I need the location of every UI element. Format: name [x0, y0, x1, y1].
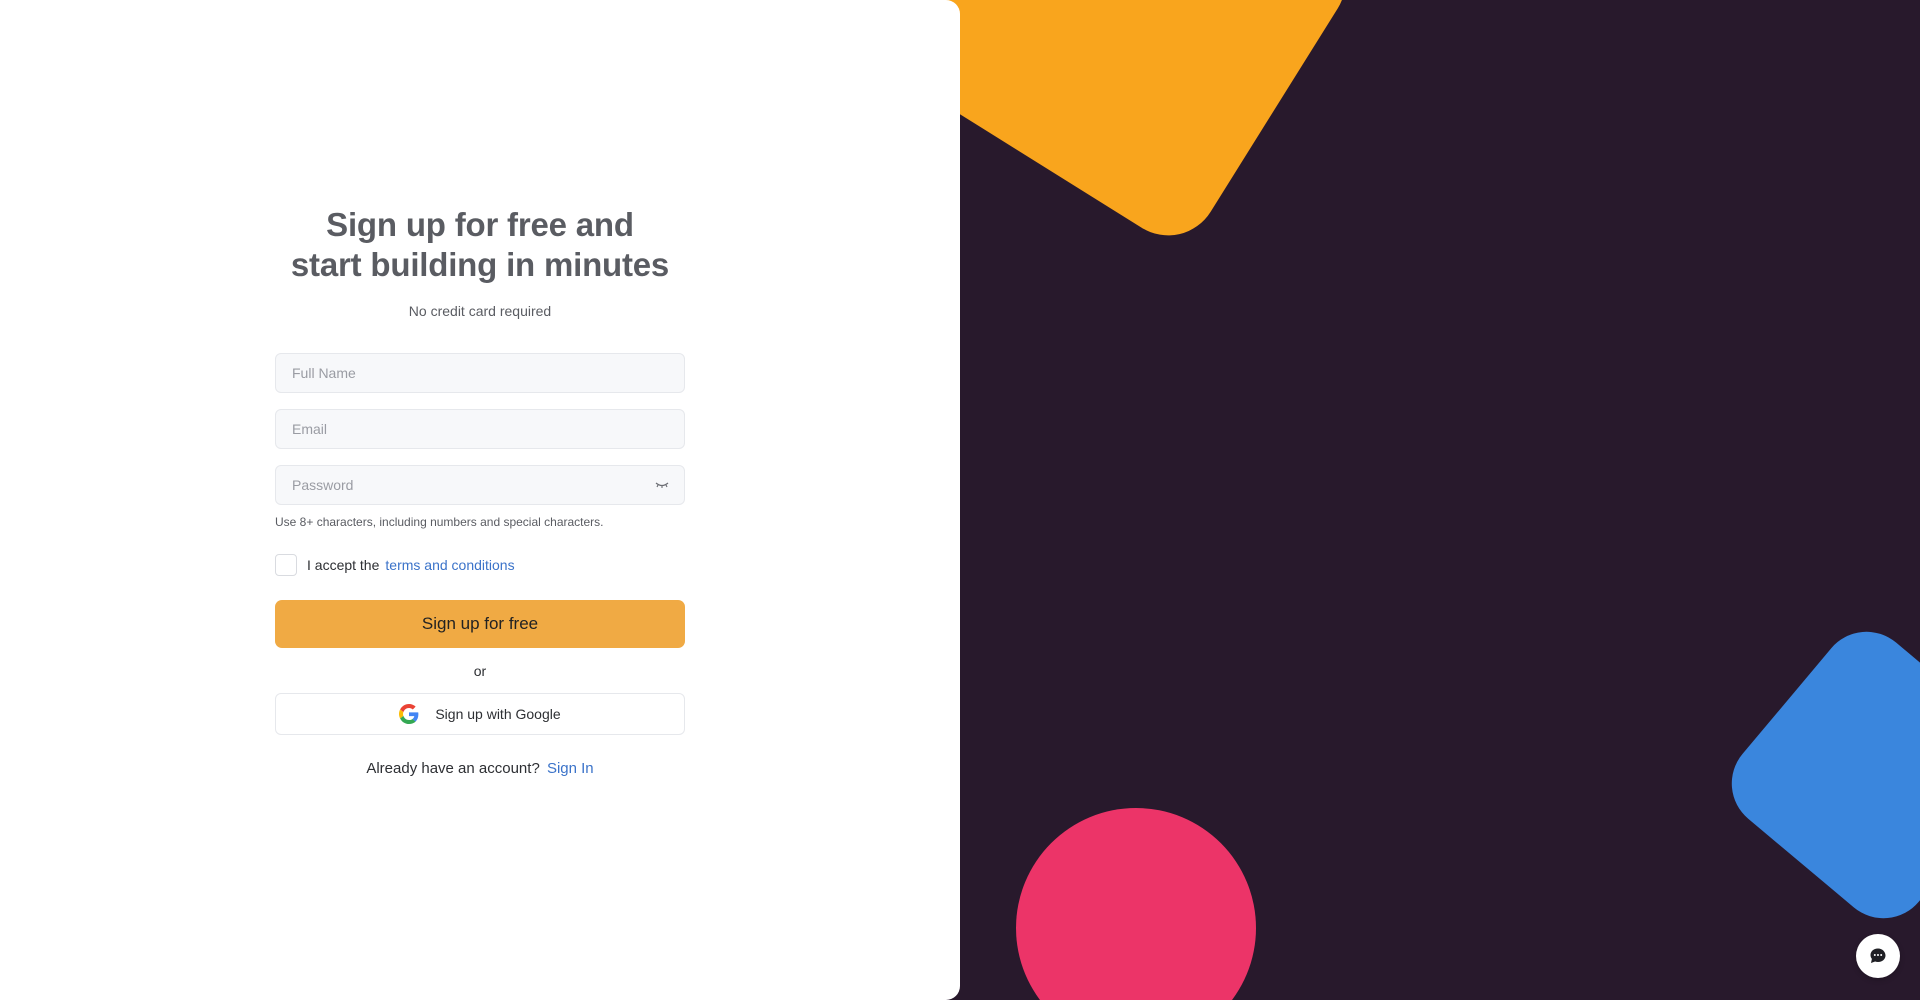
sign-up-button[interactable]: Sign up for free	[275, 600, 685, 648]
or-divider: or	[473, 663, 487, 679]
chat-button[interactable]	[1856, 934, 1900, 978]
decor-shape-blue	[1731, 631, 1920, 919]
page-title: Sign up for free and start building in m…	[275, 205, 685, 285]
signup-page: Sign up for free and start building in m…	[0, 0, 1920, 1000]
full-name-input[interactable]	[276, 354, 684, 392]
chat-bubble-icon	[1870, 948, 1886, 963]
page-title-line-1: Sign up for free and	[326, 206, 634, 243]
decor-shape-pink	[1016, 808, 1256, 1000]
signup-panel: Sign up for free and start building in m…	[0, 0, 960, 1000]
decor-shape-orange	[914, 0, 1346, 236]
terms-label: I accept the	[307, 557, 380, 573]
password-input[interactable]	[276, 466, 684, 504]
google-icon	[399, 704, 419, 724]
password-field-wrapper	[275, 465, 685, 505]
signin-row: Already have an account? Sign In	[275, 760, 685, 777]
terms-checkbox[interactable]	[275, 554, 297, 576]
terms-link[interactable]: terms and conditions	[385, 557, 514, 573]
google-signup-label: Sign up with Google	[435, 706, 561, 722]
password-hint: Use 8+ characters, including numbers and…	[275, 515, 604, 529]
have-account-text: Already have an account?	[366, 760, 540, 777]
eye-closed-icon[interactable]	[654, 479, 670, 491]
email-field-wrapper	[275, 409, 685, 449]
no-credit-card-note: No credit card required	[408, 303, 552, 319]
page-title-line-2: start building in minutes	[290, 246, 670, 283]
signup-form: Sign up for free and start building in m…	[275, 205, 685, 777]
full-name-field-wrapper	[275, 353, 685, 393]
google-signup-button[interactable]: Sign up with Google	[275, 693, 685, 735]
email-input[interactable]	[276, 410, 684, 448]
sign-in-link[interactable]: Sign In	[547, 760, 594, 777]
terms-row: I accept the terms and conditions	[275, 553, 685, 577]
